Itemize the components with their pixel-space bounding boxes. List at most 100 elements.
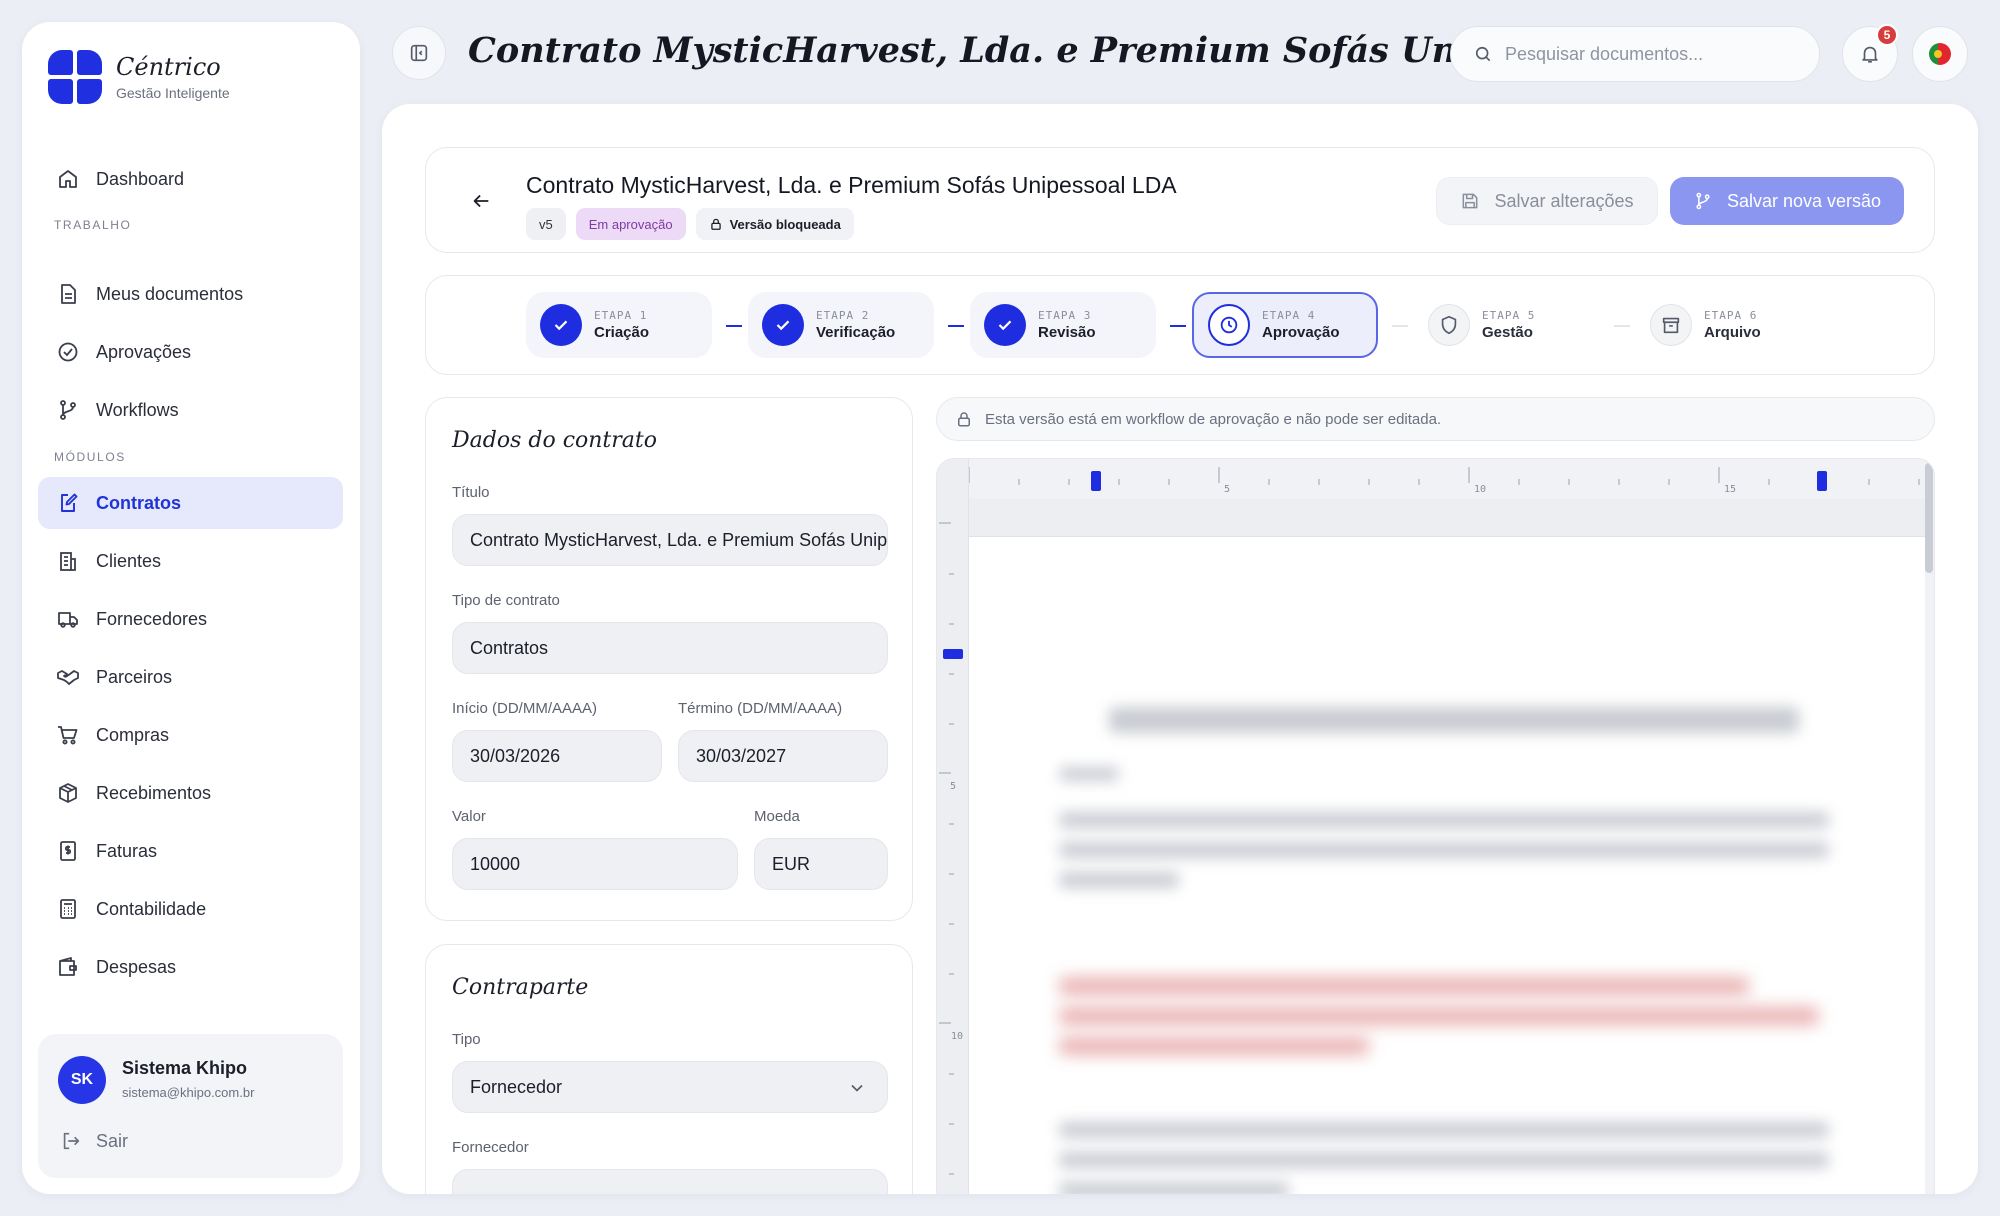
sidebar-item-contracts[interactable]: Contratos (38, 477, 343, 529)
contract-data-card: Dados do contrato Título Contrato Mystic… (425, 397, 913, 921)
sidebar-item-expenses[interactable]: Despesas (38, 941, 343, 993)
sidebar-toggle-button[interactable] (392, 26, 446, 80)
chevron-down-icon (851, 1084, 863, 1092)
user-name: Sistema Khipo (122, 1058, 248, 1078)
ruler-label: 5 (950, 781, 956, 792)
check-icon (540, 304, 582, 346)
start-date-field[interactable]: 30/03/2026 (452, 730, 662, 782)
handshake-icon (57, 670, 79, 685)
logout-icon (63, 1132, 80, 1150)
value-field[interactable]: 10000 (452, 838, 738, 890)
sidebar-item-suppliers[interactable]: Fornecedores (38, 593, 343, 645)
editor-scrollbar[interactable] (1925, 463, 1933, 573)
brand[interactable]: Céntrico Gestão Inteligente (48, 50, 230, 104)
vertical-margin-marker[interactable] (943, 649, 963, 659)
ruler-label: 10 (951, 1031, 963, 1042)
document-page[interactable] (969, 537, 1925, 1194)
back-arrow-icon[interactable] (470, 190, 492, 212)
counterparty-type-select[interactable]: Fornecedor (452, 1061, 888, 1113)
search-icon (1475, 46, 1491, 62)
step-verification[interactable]: ETAPA 2 Verificação (748, 292, 934, 358)
building-icon (60, 552, 76, 571)
step-approval[interactable]: ETAPA 4 Aprovação (1192, 292, 1378, 358)
contract-type-field[interactable]: Contratos (452, 622, 888, 674)
supplier-label: Fornecedor (452, 1139, 529, 1156)
counterparty-card: Contraparte Tipo Fornecedor Fornecedor (425, 944, 913, 1194)
logout-button[interactable]: Sair (60, 1130, 128, 1152)
right-indent-marker[interactable] (1817, 471, 1827, 491)
step-management[interactable]: ETAPA 5 Gestão (1414, 292, 1600, 358)
save-changes-button[interactable]: Salvar alterações (1436, 177, 1658, 225)
left-indent-marker[interactable] (1091, 471, 1101, 491)
step-creation[interactable]: ETAPA 1 Criação (526, 292, 712, 358)
document-header: Contrato MysticHarvest, Lda. e Premium S… (425, 147, 1935, 253)
wallet-icon (59, 957, 77, 976)
step-archive[interactable]: ETAPA 6 Arquivo (1636, 292, 1822, 358)
horizontal-ruler-ticks: 5 10 15 (968, 459, 1929, 499)
sidebar-item-label: Faturas (96, 840, 158, 861)
check-circle-icon (58, 342, 78, 362)
sidebar-item-label: Workflows (96, 399, 179, 420)
sidebar-item-partners[interactable]: Parceiros (38, 651, 343, 703)
step-review[interactable]: ETAPA 3 Revisão (970, 292, 1156, 358)
locked-badge: Versão bloqueada (695, 208, 854, 240)
step-number: ETAPA 5 (1482, 309, 1536, 322)
brand-name: Céntrico (116, 53, 221, 81)
step-connector (1170, 325, 1186, 327)
sidebar-item-label: Meus documentos (96, 283, 244, 304)
home-icon (59, 170, 77, 188)
main-panel: Contrato MysticHarvest, Lda. e Premium S… (382, 104, 1978, 1194)
shield-icon (1428, 304, 1470, 346)
notification-badge: 5 (1876, 24, 1898, 46)
sidebar-item-my-documents[interactable]: Meus documentos (38, 268, 343, 320)
document-icon (61, 284, 76, 304)
value-label: Valor (452, 808, 486, 825)
lock-icon (710, 218, 721, 230)
search-box[interactable] (1450, 26, 1820, 82)
title-field[interactable]: Contrato MysticHarvest, Lda. e Premium S… (452, 514, 888, 566)
sidebar-item-clients[interactable]: Clientes (38, 535, 343, 587)
supplier-field[interactable] (452, 1169, 888, 1194)
calculator-icon (60, 899, 76, 919)
edit-document-icon (61, 493, 78, 512)
bell-icon (1862, 46, 1878, 63)
step-name: Gestão (1482, 324, 1533, 341)
vertical-ruler-ticks: 5 10 (939, 522, 963, 1175)
cart-icon (58, 726, 78, 745)
lock-icon (958, 412, 970, 427)
sidebar-item-invoices[interactable]: Faturas (38, 825, 343, 877)
save-icon (1463, 193, 1478, 209)
section-label-modules: MÓDULOS (54, 450, 126, 464)
locked-notice-text: Esta versão está em workflow de aprovaçã… (985, 410, 1442, 428)
sidebar-item-purchases[interactable]: Compras (38, 709, 343, 761)
currency-field[interactable]: EUR (754, 838, 888, 890)
step-number: ETAPA 4 (1262, 309, 1316, 322)
invoice-icon (60, 841, 76, 861)
step-name: Arquivo (1704, 324, 1761, 341)
branch-icon (60, 400, 76, 420)
sidebar-item-approvals[interactable]: Aprovações (38, 326, 343, 378)
sidebar-item-label: Aprovações (96, 341, 192, 362)
save-changes-label: Salvar alterações (1494, 190, 1634, 211)
sidebar-item-receipts[interactable]: Recebimentos (38, 767, 343, 819)
sidebar-item-workflows[interactable]: Workflows (38, 384, 343, 436)
search-input[interactable] (1505, 43, 1805, 65)
vertical-ruler: 5 10 (937, 459, 969, 1194)
workflow-stepper: ETAPA 1 Criação ETAPA 2 Verificação ETAPA … (425, 275, 1935, 375)
sidebar-item-accounting[interactable]: Contabilidade (38, 883, 343, 935)
package-icon (59, 783, 77, 803)
end-date-field[interactable]: 30/03/2027 (678, 730, 888, 782)
document-title: Contrato MysticHarvest, Lda. e Premium S… (526, 172, 1177, 198)
title-label: Título (452, 484, 490, 501)
sidebar-item-label: Contabilidade (96, 898, 207, 919)
sidebar-item-dashboard[interactable]: Dashboard (38, 153, 343, 205)
locked-notice: Esta versão está em workflow de aprovaçã… (936, 397, 1935, 441)
end-date-label: Término (DD/MM/AAAA) (678, 700, 843, 717)
section-label-work: TRABALHO (54, 218, 132, 232)
save-new-version-button[interactable]: Salvar nova versão (1670, 177, 1904, 225)
brand-logo-icon (48, 50, 102, 104)
step-name: Aprovação (1262, 324, 1340, 341)
avatar[interactable]: SK (58, 1056, 106, 1104)
document-editor[interactable]: 5 10 5 10 15 (936, 458, 1935, 1194)
language-button[interactable] (1912, 26, 1968, 82)
